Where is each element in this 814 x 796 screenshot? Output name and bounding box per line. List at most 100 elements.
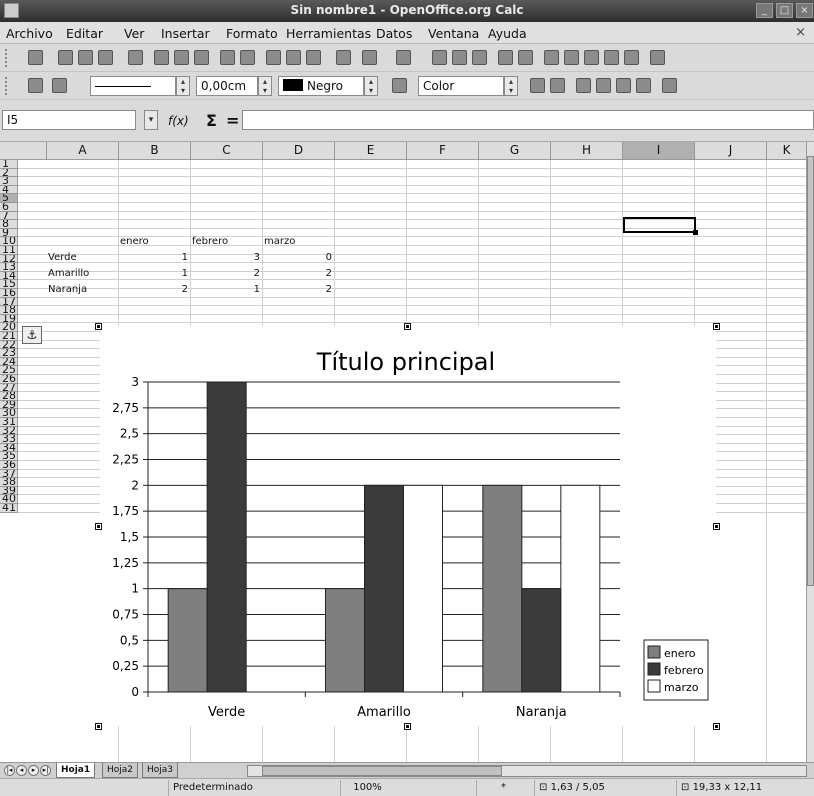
line-width-field[interactable]: 0,00cm xyxy=(196,76,258,96)
row-header-26[interactable]: 26 xyxy=(0,375,18,384)
row-header-11[interactable]: 11 xyxy=(0,246,18,255)
cell-c6[interactable]: febrero xyxy=(192,237,228,247)
fill-handle[interactable] xyxy=(693,230,698,235)
cell-c7[interactable]: 3 xyxy=(192,253,260,263)
send-to-back-icon[interactable] xyxy=(636,78,651,93)
menu-ventana[interactable]: Ventana xyxy=(428,26,479,41)
cell-b9[interactable]: 2 xyxy=(120,285,188,295)
row-header-34[interactable]: 34 xyxy=(0,443,18,453)
row-header-38[interactable]: 38 xyxy=(0,478,18,487)
horizontal-scrollbar[interactable] xyxy=(247,765,807,777)
alignment-icon[interactable] xyxy=(662,78,677,93)
row-header-12[interactable]: 12 xyxy=(0,254,18,264)
row-header-35[interactable]: 35 xyxy=(0,452,18,461)
row-header-13[interactable]: 13 xyxy=(0,263,18,272)
row-header-21[interactable]: 21 xyxy=(0,332,18,341)
tab-hoja1[interactable]: Hoja1 xyxy=(56,763,96,778)
column-header-c[interactable]: C xyxy=(191,142,263,160)
cell-a8[interactable]: Amarillo xyxy=(48,269,89,279)
send-backward-icon[interactable] xyxy=(616,78,631,93)
next-sheet-icon[interactable]: ▸ xyxy=(28,765,39,776)
sort-descending-icon[interactable] xyxy=(472,50,487,65)
cell-b7[interactable]: 1 xyxy=(120,253,188,263)
menu-archivo[interactable]: Archivo xyxy=(6,26,53,41)
chart-handle-nw[interactable] xyxy=(95,323,102,330)
export-pdf-icon[interactable] xyxy=(154,50,169,65)
undo-icon[interactable] xyxy=(362,50,377,65)
page-style-status[interactable]: Predeterminado xyxy=(168,780,338,796)
column-header-g[interactable]: G xyxy=(479,142,551,160)
open-folder-icon[interactable] xyxy=(58,50,73,65)
cell-a9[interactable]: Naranja xyxy=(48,285,87,295)
chart-handle-n[interactable] xyxy=(404,323,411,330)
page-preview-icon[interactable] xyxy=(194,50,209,65)
vertical-scroll-thumb[interactable] xyxy=(807,156,814,586)
row-header-1[interactable]: 1 xyxy=(0,160,18,169)
horizontal-scroll-thumb[interactable] xyxy=(262,766,502,776)
area-fill-select[interactable]: Color xyxy=(418,76,504,96)
row-header-29[interactable]: 29 xyxy=(0,400,18,410)
line-color-dropdown-icon[interactable]: ▴ ▾ xyxy=(364,76,378,96)
menu-insertar[interactable]: Insertar xyxy=(161,26,210,41)
column-header-h[interactable]: H xyxy=(551,142,623,160)
cell-a7[interactable]: Verde xyxy=(48,253,77,263)
row-header-36[interactable]: 36 xyxy=(0,461,18,470)
tab-hoja3[interactable]: Hoja3 xyxy=(142,763,179,778)
column-header-a[interactable]: A xyxy=(47,142,119,160)
active-cell-cursor[interactable] xyxy=(623,217,696,233)
cell-b6[interactable]: enero xyxy=(120,237,149,247)
row-header-8[interactable]: 8 xyxy=(0,220,18,229)
chart-handle-w[interactable] xyxy=(95,523,102,530)
row-header-9[interactable]: 9 xyxy=(0,228,18,238)
chart-handle-ne[interactable] xyxy=(713,323,720,330)
spellcheck-icon[interactable] xyxy=(220,50,235,65)
bar-chart[interactable]: Título principal 0 0,25 0,5 0,75 1 1,25 1,5 1,7… xyxy=(100,326,716,726)
row-header-31[interactable]: 31 xyxy=(0,418,18,427)
cell-d9[interactable]: 2 xyxy=(264,285,332,295)
row-header-25[interactable]: 25 xyxy=(0,366,18,375)
close-document-icon[interactable]: × xyxy=(795,25,806,40)
row-header-22[interactable]: 22 xyxy=(0,340,18,350)
bring-to-front-icon[interactable] xyxy=(576,78,591,93)
rotate-icon[interactable] xyxy=(530,78,545,93)
edit-file-icon[interactable] xyxy=(128,50,143,65)
line-icon[interactable] xyxy=(28,78,43,93)
spreadsheet-grid[interactable]: ABCDEFGHIJK 1 2 3 4 5 6 7 8 9 10 11 12 13 14 15 16 17 18 1… xyxy=(0,142,814,762)
cell-c9[interactable]: 1 xyxy=(192,285,260,295)
row-header-30[interactable]: 30 xyxy=(0,409,18,418)
row-header-17[interactable]: 17 xyxy=(0,297,18,307)
tab-hoja2[interactable]: Hoja2 xyxy=(102,763,139,778)
cell-d6[interactable]: marzo xyxy=(264,237,295,247)
row-header-3[interactable]: 3 xyxy=(0,177,18,186)
first-sheet-icon[interactable]: |◂ xyxy=(4,765,15,776)
row-header-10[interactable]: 10 xyxy=(0,237,18,246)
help-icon[interactable] xyxy=(650,50,665,65)
column-header-d[interactable]: D xyxy=(263,142,335,160)
line-width-stepper[interactable]: ▴ ▾ xyxy=(258,76,272,96)
select-all-corner[interactable] xyxy=(0,142,47,160)
line-style-dropdown-icon[interactable]: ▴ ▾ xyxy=(176,76,190,96)
cell-d8[interactable]: 2 xyxy=(264,269,332,279)
row-header-19[interactable]: 19 xyxy=(0,314,18,324)
paste-icon[interactable] xyxy=(306,50,321,65)
function-wizard-icon[interactable]: f(x) xyxy=(168,114,189,128)
arrow-style-icon[interactable] xyxy=(52,78,67,93)
row-header-15[interactable]: 15 xyxy=(0,280,18,289)
save-icon[interactable] xyxy=(78,50,93,65)
row-header-20[interactable]: 20 xyxy=(0,323,18,332)
menu-editar[interactable]: Editar xyxy=(66,26,103,41)
menu-formato[interactable]: Formato xyxy=(226,26,278,41)
function-equals-icon[interactable]: = xyxy=(226,111,239,130)
show-draw-functions-icon[interactable] xyxy=(518,50,533,65)
name-box-dropdown-icon[interactable]: ▾ xyxy=(144,110,158,130)
toolbar-grip[interactable] xyxy=(5,77,9,95)
row-header-28[interactable]: 28 xyxy=(0,392,18,401)
column-header-e[interactable]: E xyxy=(335,142,407,160)
chart-handle-s[interactable] xyxy=(404,723,411,730)
maximize-icon[interactable]: □ xyxy=(776,3,793,18)
row-header-4[interactable]: 4 xyxy=(0,185,18,195)
anchor-icon[interactable]: ⚓ xyxy=(22,326,42,344)
menu-datos[interactable]: Datos xyxy=(376,26,412,41)
row-header-2[interactable]: 2 xyxy=(0,168,18,178)
row-header-33[interactable]: 33 xyxy=(0,435,18,444)
